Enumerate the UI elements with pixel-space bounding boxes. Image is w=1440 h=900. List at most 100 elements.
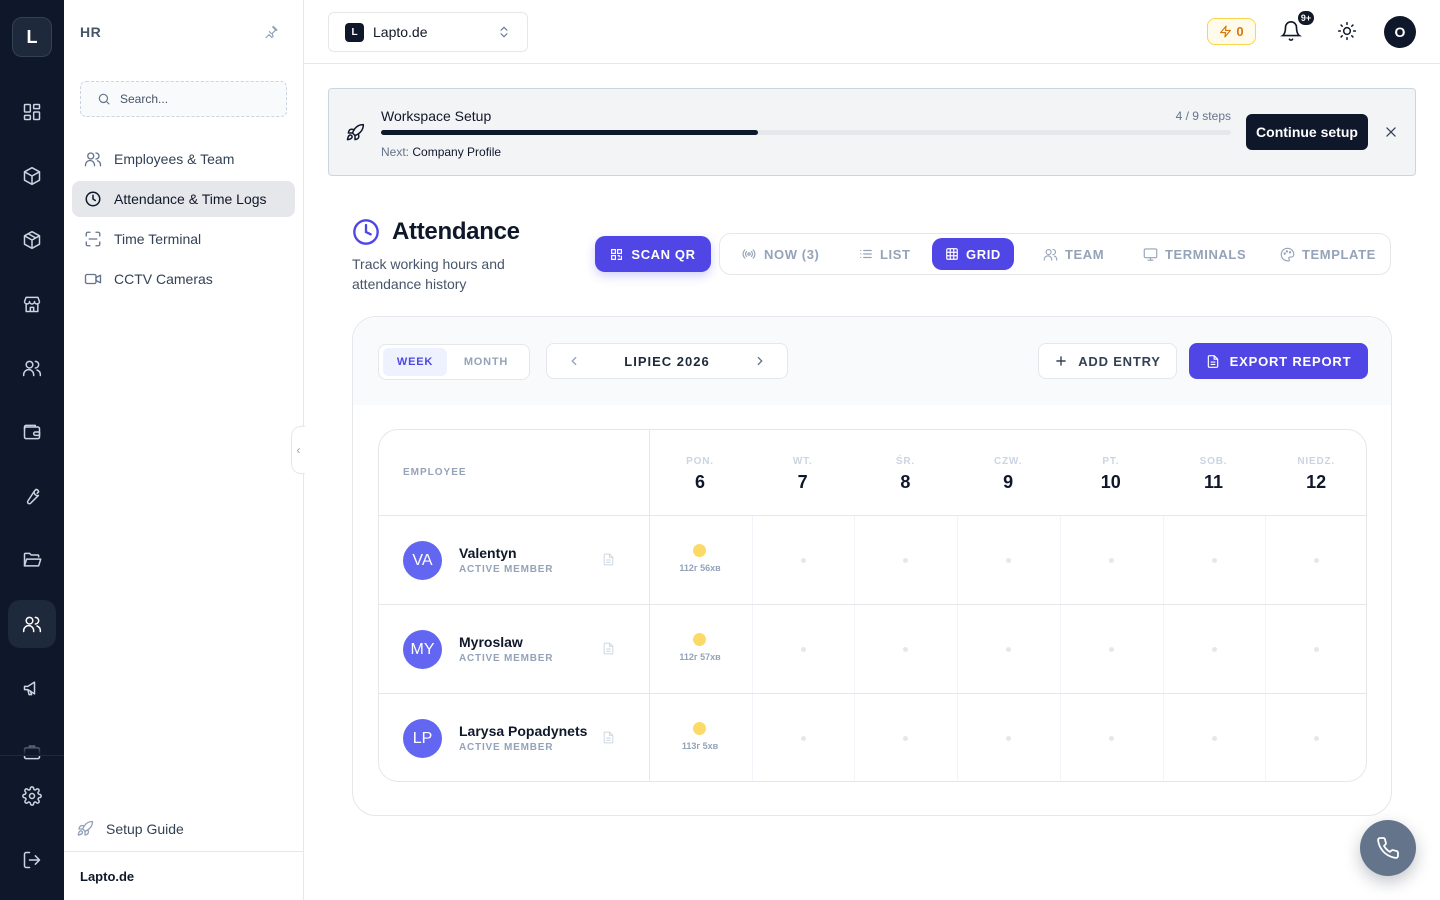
add-entry-button[interactable]: ADD ENTRY bbox=[1038, 343, 1177, 379]
hr-team-icon[interactable] bbox=[8, 600, 56, 648]
attendance-cell[interactable] bbox=[752, 516, 854, 605]
empty-indicator bbox=[903, 647, 909, 652]
store-icon[interactable] bbox=[8, 280, 56, 328]
credits-badge[interactable]: 0 bbox=[1207, 18, 1256, 45]
day-name: NIEDZ. bbox=[1297, 456, 1335, 467]
present-indicator bbox=[693, 722, 706, 735]
tab-label: LIST bbox=[880, 246, 911, 262]
attendance-cell[interactable]: 112г 56хв bbox=[649, 516, 751, 605]
user-avatar[interactable]: O bbox=[1384, 16, 1416, 48]
page-title: Attendance bbox=[392, 218, 520, 245]
day-number: 10 bbox=[1100, 472, 1121, 492]
avatar: VA bbox=[403, 541, 442, 580]
card-toolbar: WEEK MONTH LIPIEC 2026 ADD ENTRY EXPORT … bbox=[353, 317, 1391, 405]
theme-toggle[interactable] bbox=[1337, 21, 1357, 41]
sidebar-item-time-terminal[interactable]: Time Terminal bbox=[72, 221, 295, 257]
banner-title: Workspace Setup bbox=[381, 108, 492, 124]
attendance-cell[interactable] bbox=[1265, 516, 1366, 605]
logout-icon[interactable] bbox=[8, 836, 56, 884]
present-indicator bbox=[693, 544, 706, 557]
attendance-cell[interactable]: 113г 5хв bbox=[649, 694, 751, 781]
attendance-cell[interactable] bbox=[1265, 694, 1366, 781]
tab-grid[interactable]: GRID bbox=[932, 238, 1014, 270]
users-icon[interactable] bbox=[8, 344, 56, 392]
attendance-cell[interactable] bbox=[854, 516, 956, 605]
continue-setup-button[interactable]: Continue setup bbox=[1246, 114, 1368, 150]
add-entry-label: ADD ENTRY bbox=[1078, 353, 1161, 369]
grid-header: EMPLOYEE PON. 6 WT. 7 ŚR. 8 CZW. 9 PT. 10 SOB. 11 NI… bbox=[379, 430, 1366, 516]
close-banner-button[interactable] bbox=[1384, 125, 1398, 139]
employee-name[interactable]: Myroslaw bbox=[459, 634, 523, 650]
tab-list[interactable]: LIST bbox=[846, 238, 924, 270]
attendance-cell[interactable] bbox=[1163, 516, 1265, 605]
day-column-header: CZW. 9 bbox=[957, 456, 1059, 493]
sidebar-item-employees[interactable]: Employees & Team bbox=[72, 141, 295, 177]
box-icon[interactable] bbox=[8, 152, 56, 200]
empty-indicator bbox=[1314, 647, 1320, 652]
call-support-button[interactable] bbox=[1360, 820, 1416, 876]
attendance-cell[interactable] bbox=[1163, 605, 1265, 694]
attendance-cell[interactable] bbox=[1265, 605, 1366, 694]
employee-role: ACTIVE MEMBER bbox=[459, 742, 554, 753]
attendance-cell[interactable] bbox=[1060, 694, 1162, 781]
tab-now[interactable]: NOW (3) bbox=[728, 238, 832, 270]
document-icon[interactable] bbox=[602, 552, 615, 567]
collapse-sidebar-handle[interactable]: ‹ bbox=[291, 426, 305, 474]
attendance-card: WEEK MONTH LIPIEC 2026 ADD ENTRY EXPORT … bbox=[352, 316, 1392, 816]
view-week-option[interactable]: WEEK bbox=[383, 348, 447, 376]
tab-template[interactable]: TEMPLATE bbox=[1267, 238, 1389, 270]
attendance-cell[interactable] bbox=[957, 516, 1059, 605]
attendance-cell[interactable] bbox=[1060, 605, 1162, 694]
wallet-icon[interactable] bbox=[8, 408, 56, 456]
attendance-cell[interactable] bbox=[1060, 516, 1162, 605]
employee-name[interactable]: Valentyn bbox=[459, 545, 517, 561]
export-report-button[interactable]: EXPORT REPORT bbox=[1189, 343, 1368, 379]
workspace-logo[interactable]: L bbox=[12, 17, 52, 57]
sidebar-search[interactable] bbox=[80, 81, 287, 117]
settings-icon[interactable] bbox=[8, 772, 56, 820]
attendance-cell[interactable] bbox=[854, 605, 956, 694]
wrench-icon[interactable] bbox=[8, 472, 56, 520]
document-icon[interactable] bbox=[602, 641, 615, 656]
employee-role: ACTIVE MEMBER bbox=[459, 564, 554, 575]
document-icon[interactable] bbox=[602, 730, 615, 745]
search-input[interactable] bbox=[120, 92, 270, 106]
setup-guide-link[interactable]: Setup Guide bbox=[76, 820, 184, 838]
tab-team[interactable]: TEAM bbox=[1030, 238, 1117, 270]
attendance-cell[interactable] bbox=[752, 694, 854, 781]
sidebar-item-cctv[interactable]: CCTV Cameras bbox=[72, 261, 295, 297]
tab-label: TEAM bbox=[1065, 246, 1105, 262]
attendance-cell[interactable] bbox=[854, 694, 956, 781]
worked-time: 113г 5хв bbox=[681, 741, 719, 751]
scan-qr-button[interactable]: SCAN QR bbox=[595, 236, 711, 272]
megaphone-icon[interactable] bbox=[8, 664, 56, 712]
package-icon[interactable] bbox=[8, 216, 56, 264]
attendance-cell[interactable] bbox=[957, 605, 1059, 694]
chevron-left-icon: ‹ bbox=[296, 443, 301, 457]
attendance-cell[interactable] bbox=[752, 605, 854, 694]
attendance-cell[interactable]: 112г 57хв bbox=[649, 605, 751, 694]
day-number: 7 bbox=[797, 472, 808, 492]
employee-column-header: EMPLOYEE bbox=[403, 467, 467, 478]
view-tabs: NOW (3) LIST GRID TEAM TERMINALS TEMPLAT… bbox=[719, 233, 1391, 275]
organization-select[interactable]: L Lapto.de bbox=[328, 12, 528, 52]
view-month-option[interactable]: MONTH bbox=[451, 348, 521, 376]
attendance-cell[interactable] bbox=[957, 694, 1059, 781]
employee-name[interactable]: Larysa Popadynets bbox=[459, 723, 587, 739]
chevron-right-icon[interactable] bbox=[753, 354, 767, 368]
folder-icon[interactable] bbox=[8, 536, 56, 584]
day-number: 8 bbox=[900, 472, 911, 492]
dashboard-icon[interactable] bbox=[8, 88, 56, 136]
employee-role: ACTIVE MEMBER bbox=[459, 653, 554, 664]
pin-icon[interactable] bbox=[263, 24, 279, 40]
icon-rail: L bbox=[0, 0, 64, 900]
palette-icon bbox=[1280, 247, 1295, 262]
sidebar-footer-org: Lapto.de bbox=[64, 851, 303, 900]
empty-indicator bbox=[1108, 647, 1114, 652]
attendance-cell[interactable] bbox=[1163, 694, 1265, 781]
qr-code-icon bbox=[611, 248, 623, 260]
search-icon bbox=[98, 93, 110, 105]
sidebar-item-attendance[interactable]: Attendance & Time Logs bbox=[72, 181, 295, 217]
empty-indicator bbox=[1006, 647, 1012, 652]
tab-terminals[interactable]: TERMINALS bbox=[1130, 238, 1259, 270]
